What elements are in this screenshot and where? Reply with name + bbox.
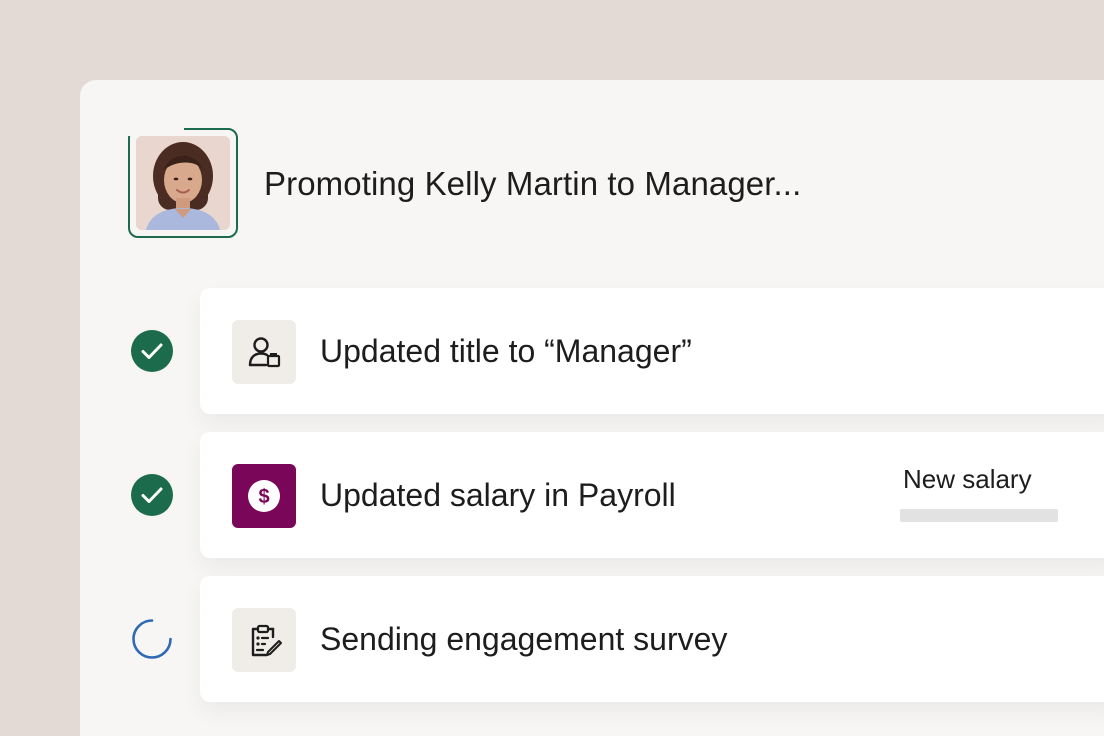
salary-placeholder-bar	[900, 509, 1058, 522]
spinner-icon	[131, 618, 173, 660]
step-label: Updated title to “Manager”	[320, 333, 692, 369]
check-circle-icon	[131, 330, 173, 372]
clipboard-edit-icon	[232, 608, 296, 672]
promotion-panel: Promoting Kelly Martin to Manager... Upd…	[80, 80, 1104, 736]
step-send-survey: Sending engagement survey	[200, 576, 1104, 702]
avatar	[136, 136, 230, 230]
dollar-icon: $	[232, 464, 296, 528]
step-update-salary: $ Updated salary in Payroll New salary	[200, 432, 1104, 558]
page-title: Promoting Kelly Martin to Manager...	[264, 165, 802, 202]
user-badge-icon	[232, 320, 296, 384]
step-label: Updated salary in Payroll	[320, 477, 676, 513]
avatar-frame	[128, 128, 238, 238]
step-label: Sending engagement survey	[320, 621, 728, 657]
step-update-title: Updated title to “Manager”	[200, 288, 1104, 414]
check-circle-icon	[131, 474, 173, 516]
person-photo-icon	[136, 136, 230, 230]
new-salary-label: New salary	[903, 464, 1032, 494]
new-salary-field: New salary	[900, 464, 1060, 522]
svg-text:$: $	[258, 486, 269, 508]
